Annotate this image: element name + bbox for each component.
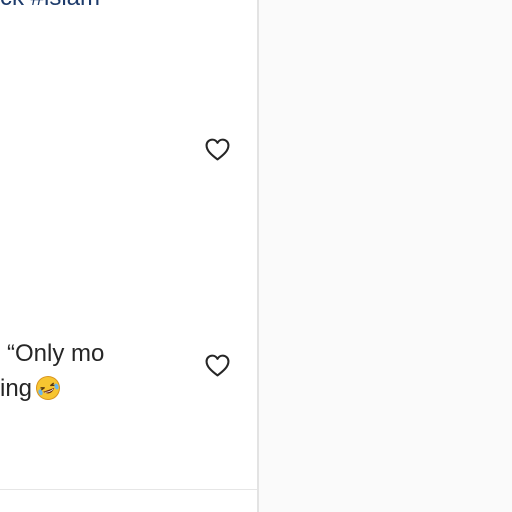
comment-line-1: “Only mo <box>7 340 105 367</box>
hashtag-link[interactable]: ck #islam <box>0 0 100 12</box>
heart-outline-icon <box>205 354 229 376</box>
comment-text-line: “Only mo <box>0 336 104 371</box>
app-viewport: ck #islam “Only mo ing <box>0 0 512 512</box>
comment-line-2: ing <box>0 375 33 402</box>
divider-line <box>0 489 257 490</box>
comments-column: ck #islam “Only mo ing <box>0 0 257 512</box>
like-button[interactable] <box>202 350 232 380</box>
comment-text-line: ing <box>0 371 61 406</box>
right-panel <box>259 0 512 512</box>
heart-outline-icon <box>205 138 229 160</box>
laughing-emoji-icon <box>36 376 61 400</box>
like-button[interactable] <box>202 134 232 164</box>
